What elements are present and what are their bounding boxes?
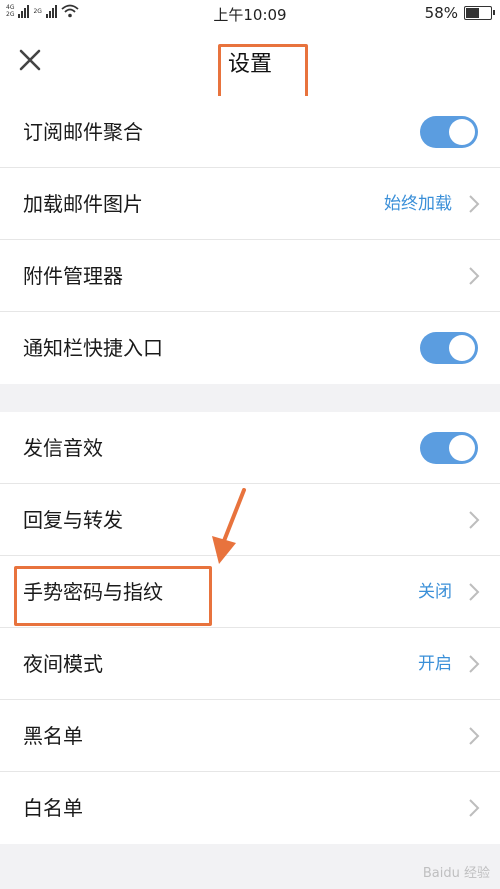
annotation-arrow-icon	[212, 488, 246, 564]
setting-row-night-mode[interactable]: 夜间模式 开启	[0, 628, 500, 700]
chevron-right-icon	[469, 583, 480, 601]
toggle-switch[interactable]	[420, 116, 478, 148]
setting-row-reply-forward[interactable]: 回复与转发	[0, 484, 500, 556]
setting-row-whitelist[interactable]: 白名单	[0, 772, 500, 844]
setting-label: 夜间模式	[23, 652, 103, 676]
setting-row-load-images[interactable]: 加载邮件图片 始终加载	[0, 168, 500, 240]
chevron-right-icon	[469, 267, 480, 285]
setting-label: 回复与转发	[23, 508, 123, 532]
setting-label: 订阅邮件聚合	[23, 120, 143, 144]
page-title: 设置	[227, 52, 272, 77]
setting-label: 通知栏快捷入口	[23, 336, 163, 360]
battery-icon	[464, 6, 495, 20]
setting-label: 附件管理器	[23, 264, 123, 288]
setting-label: 发信音效	[23, 436, 103, 460]
toggle-switch[interactable]	[420, 332, 478, 364]
setting-row-blacklist[interactable]: 黑名单	[0, 700, 500, 772]
chevron-right-icon	[469, 655, 480, 673]
setting-row-send-sound[interactable]: 发信音效	[0, 412, 500, 484]
chevron-right-icon	[469, 195, 480, 213]
gesture-highlight-box	[14, 566, 212, 626]
setting-value: 关闭	[418, 582, 452, 602]
status-bar: 4G 2G 2G 上午10:09 58%	[0, 0, 500, 26]
setting-label: 白名单	[23, 796, 83, 820]
watermark: Baidu 经验	[422, 866, 490, 881]
toggle-switch[interactable]	[420, 432, 478, 464]
toggle-knob	[449, 435, 475, 461]
setting-label: 黑名单	[23, 724, 83, 748]
setting-row-mail-aggregation[interactable]: 订阅邮件聚合	[0, 96, 500, 168]
chevron-right-icon	[469, 799, 480, 817]
setting-row-attachment-manager[interactable]: 附件管理器	[0, 240, 500, 312]
setting-value: 开启	[418, 654, 452, 674]
chevron-right-icon	[469, 511, 480, 529]
battery-percent: 58%	[424, 4, 458, 22]
battery-level	[466, 8, 479, 18]
setting-row-notification-shortcut[interactable]: 通知栏快捷入口	[0, 312, 500, 384]
chevron-right-icon	[469, 727, 480, 745]
setting-value: 始终加载	[384, 194, 452, 214]
toggle-knob	[449, 335, 475, 361]
toggle-knob	[449, 119, 475, 145]
setting-label: 加载邮件图片	[23, 192, 143, 216]
